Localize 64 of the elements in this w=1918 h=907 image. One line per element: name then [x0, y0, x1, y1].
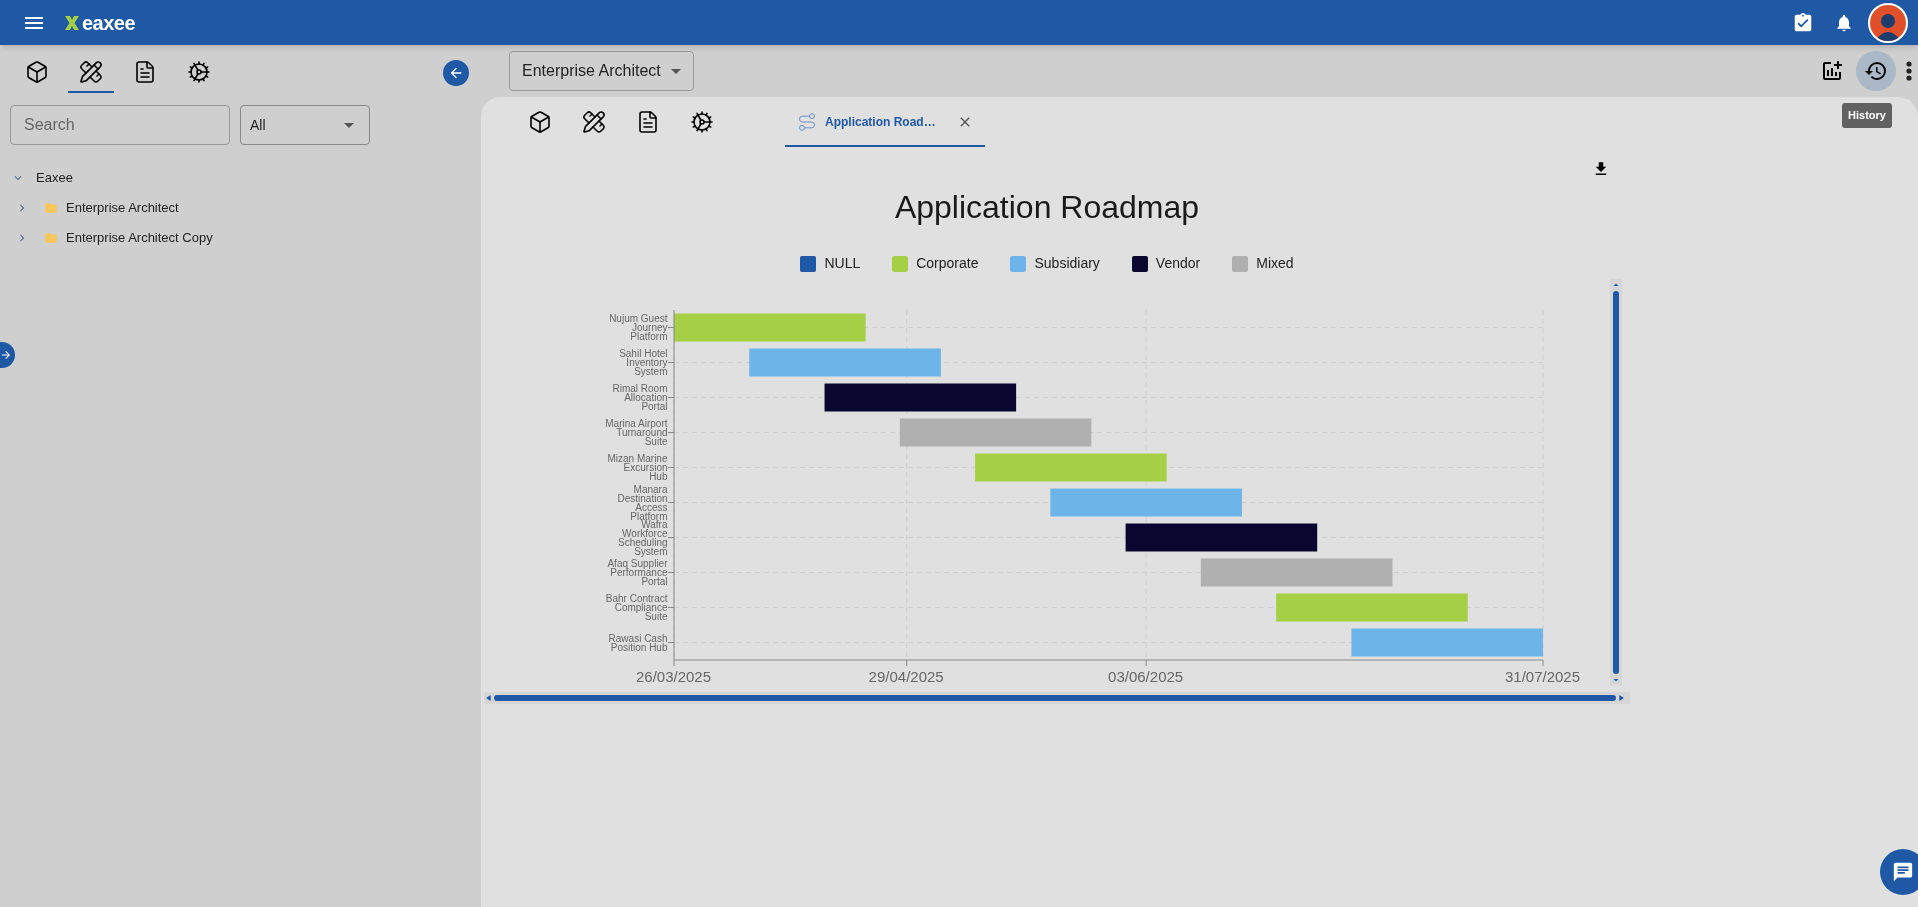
- folder-icon: [44, 231, 58, 245]
- axis-label: Sahil Hotel Inventory System: [618, 349, 668, 376]
- tree-item-label[interactable]: Enterprise Architect: [66, 198, 179, 218]
- folder-icon: [44, 201, 58, 215]
- axis-label: Rawasi Cash Position Hub: [607, 633, 668, 652]
- clipboard-check-icon: [1792, 11, 1814, 34]
- axis-label: Manara Destination Access Platform: [616, 484, 668, 521]
- legend-label: Mixed: [1256, 254, 1294, 273]
- legend-label: Vendor: [1155, 254, 1201, 273]
- arrow-left-icon: [448, 65, 464, 81]
- bell-icon: [1834, 12, 1854, 33]
- cube-icon: [528, 110, 552, 134]
- tasks-button[interactable]: [1792, 11, 1814, 34]
- axis-label: Bahr Contract Compliance Suite: [604, 594, 668, 621]
- vertical-scrollbar[interactable]: [1610, 279, 1622, 686]
- expand-panel-button[interactable]: [0, 342, 15, 368]
- axis-label: Marina Airport Turnaround Suite: [604, 419, 668, 446]
- caret-icon: [670, 68, 681, 74]
- axis-label: 03/06/2025: [1108, 667, 1184, 687]
- axis-label: Mizan Marine Excursion Hub: [606, 454, 668, 481]
- axis-label: Rimal Room Allocation Portal: [611, 384, 668, 411]
- tab[interactable]: Application Road…: [785, 99, 985, 147]
- document-icon: [636, 110, 660, 134]
- search-field[interactable]: Search: [10, 105, 230, 145]
- legend-label: Corporate: [916, 254, 979, 273]
- notifications-button[interactable]: [1834, 12, 1854, 33]
- arrow-right-icon: [0, 349, 12, 361]
- ruler-pencil-icon: [582, 110, 606, 134]
- document-icon: [133, 60, 157, 84]
- tree-item-label[interactable]: Enterprise Architect Copy: [66, 228, 213, 248]
- legend-label: NULL: [824, 254, 861, 273]
- chart-title: Application Roadmap: [894, 188, 1200, 227]
- axis-label: Afaq Supplier Performance Portal: [606, 559, 668, 586]
- scroll-right-icon: [1616, 693, 1626, 703]
- avatar[interactable]: [1868, 2, 1908, 43]
- history-button[interactable]: [1856, 51, 1896, 91]
- more-icon: [1906, 61, 1912, 81]
- gear-icon: [187, 60, 211, 84]
- axis-label: 26/03/2025: [635, 667, 712, 687]
- horizontal-scrollbar[interactable]: [484, 692, 1630, 704]
- scroll-left-icon: [484, 693, 494, 703]
- axis-label: Wafra Workforce Scheduling System: [617, 519, 668, 556]
- workspace-select[interactable]: Enterprise Architect: [509, 51, 694, 91]
- gear-icon: [690, 110, 714, 134]
- collapse-button[interactable]: [443, 60, 469, 86]
- logo-icon: [64, 14, 80, 31]
- tab-label: Application Road…: [825, 114, 936, 131]
- tree-item-label[interactable]: Eaxee: [36, 168, 73, 188]
- filter-select[interactable]: All: [240, 105, 370, 145]
- logo-text: eaxee: [82, 10, 136, 36]
- axis-label: Nujum Guest Journey Platform: [608, 314, 668, 341]
- ruler-pencil-icon: [79, 60, 103, 84]
- cube-icon: [25, 60, 49, 84]
- axis-label: 31/07/2025: [1504, 667, 1581, 687]
- add-chart-button[interactable]: [1820, 59, 1844, 83]
- axis-label: 29/04/2025: [868, 667, 944, 687]
- legend-label: Subsidiary: [1034, 254, 1100, 273]
- caret-icon: [344, 122, 354, 128]
- chat-icon: [1892, 861, 1914, 883]
- history-icon: [1864, 59, 1888, 83]
- tooltip: History: [1842, 103, 1892, 128]
- route-icon: [797, 112, 817, 132]
- add-chart-icon: [1820, 59, 1844, 83]
- more-button[interactable]: [1906, 61, 1912, 81]
